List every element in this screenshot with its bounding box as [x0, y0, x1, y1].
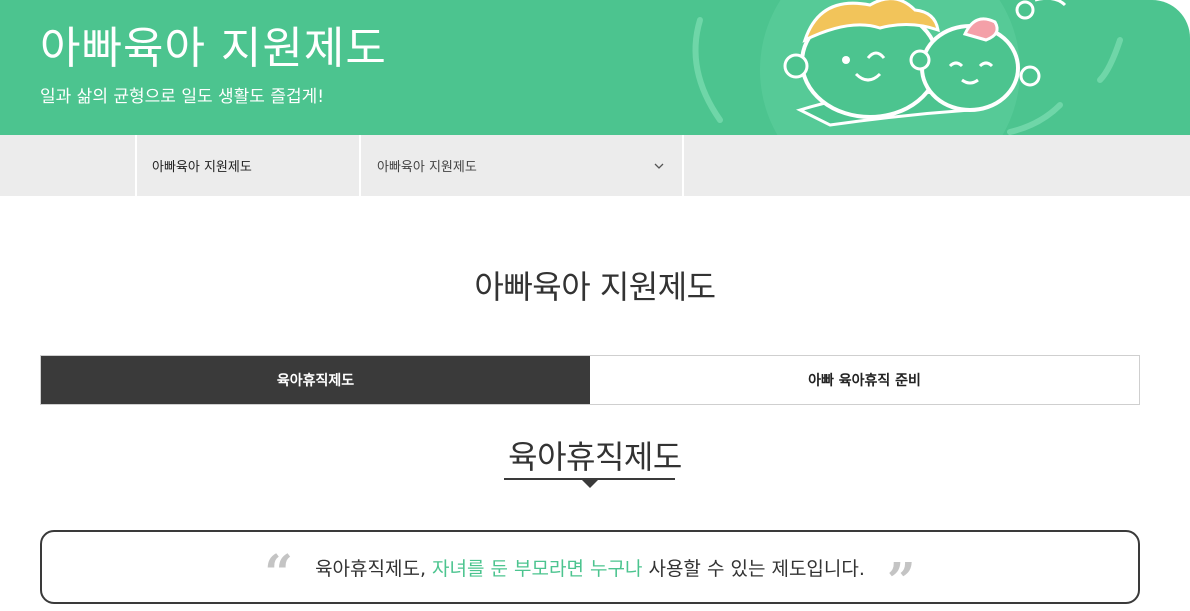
sub-navigation: 아빠육아 지원제도 아빠육아 지원제도: [0, 135, 1190, 196]
open-quote-icon: “: [264, 543, 294, 602]
nav-divider: [682, 135, 684, 196]
quote-highlight: 자녀를 둔 부모라면 누구나: [432, 557, 643, 580]
tab-parental-leave-system[interactable]: 육아휴직제도: [41, 356, 590, 404]
nav-home-link[interactable]: 아빠육아 지원제도: [137, 135, 359, 196]
quote-box: “ 육아휴직제도, 자녀를 둔 부모라면 누구나 사용할 수 있는 제도입니다.…: [40, 530, 1140, 610]
father-baby-illustration: [692, 0, 1123, 135]
quote-text: 육아휴직제도, 자녀를 둔 부모라면 누구나 사용할 수 있는 제도입니다.: [315, 554, 865, 581]
quote-prefix: 육아휴직제도,: [315, 557, 433, 580]
content-tabs: 육아휴직제도 아빠 육아휴직 준비: [40, 355, 1140, 405]
caret-down-icon: [582, 480, 598, 488]
tab-father-leave-preparation[interactable]: 아빠 육아휴직 준비: [590, 356, 1139, 404]
page-title: 아빠육아 지원제도: [474, 268, 716, 306]
nav-section-select[interactable]: 아빠육아 지원제도: [361, 135, 682, 196]
hero-subtitle: 일과 삶의 균형으로 일도 생활도 즐겁게!: [40, 87, 325, 107]
section-heading: 육아휴직제도: [508, 438, 682, 476]
quote-suffix: 사용할 수 있는 제도입니다.: [642, 557, 865, 580]
hero-banner: 아빠육아 지원제도 일과 삶의 균형으로 일도 생활도 즐겁게!: [0, 0, 1190, 135]
hero-title: 아빠육아 지원제도: [40, 23, 387, 74]
chevron-down-icon: [654, 159, 664, 172]
nav-select-value: 아빠육아 지원제도: [377, 160, 477, 175]
close-quote-icon: ”: [886, 551, 916, 610]
